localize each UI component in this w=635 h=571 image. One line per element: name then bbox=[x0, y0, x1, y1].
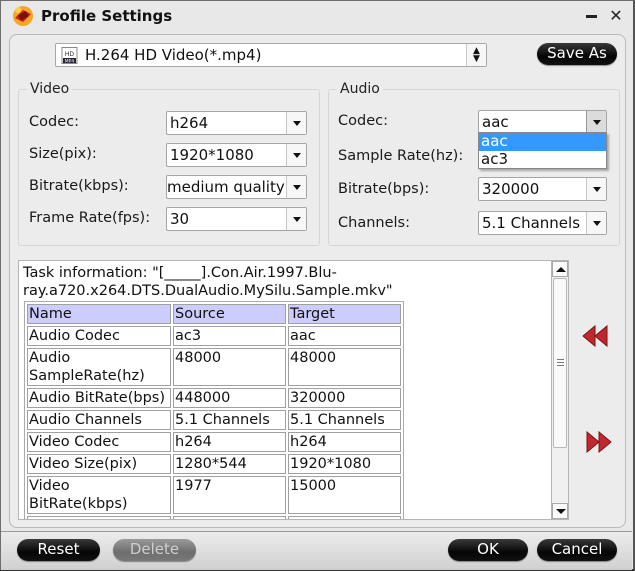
video-size-label: Size(pix): bbox=[29, 146, 97, 162]
close-icon[interactable]: ✕ bbox=[608, 7, 624, 25]
rewind-double-arrow-icon[interactable] bbox=[581, 324, 611, 348]
cell-name: Audio Channels bbox=[27, 410, 171, 430]
chevron-down-icon[interactable] bbox=[586, 111, 606, 133]
video-bitrate-label: Bitrate(kbps): bbox=[29, 178, 129, 194]
video-framerate-select[interactable]: 30 bbox=[166, 207, 307, 231]
audio-samplerate-label: Sample Rate(hz): bbox=[338, 148, 464, 164]
task-info-text: Task information: "[_____].Con.Air.1997.… bbox=[23, 265, 393, 299]
cancel-button[interactable]: Cancel bbox=[537, 539, 617, 561]
video-bitrate-value: medium quality bbox=[167, 178, 285, 196]
minimize-icon[interactable] bbox=[584, 7, 600, 25]
format-value: H.264 HD Video(*.mp4) bbox=[85, 46, 262, 64]
cell-source: 1977 bbox=[173, 476, 286, 514]
video-bitrate-select[interactable]: medium quality bbox=[166, 175, 307, 199]
cell-name: Audio Codec bbox=[27, 326, 171, 346]
cell-source: 5.1 Channels bbox=[173, 410, 286, 430]
mp4-hd-file-icon: HD MP4 bbox=[61, 47, 78, 64]
cell-target: h264 bbox=[288, 432, 401, 452]
video-codec-label: Codec: bbox=[29, 114, 79, 130]
audio-codec-label: Codec: bbox=[338, 113, 388, 129]
table-row: Audio BitRate(bps) 448000 320000 bbox=[27, 388, 401, 408]
task-info-scrollbar[interactable] bbox=[551, 260, 569, 520]
chevron-down-icon[interactable] bbox=[286, 176, 306, 198]
table-row: Audio Codec ac3 aac bbox=[27, 326, 401, 346]
cell-source: 448000 bbox=[173, 388, 286, 408]
svg-text:HD: HD bbox=[65, 51, 75, 58]
cell-target: 48000 bbox=[288, 348, 401, 386]
column-header-target: Target bbox=[288, 304, 401, 324]
audio-channels-select[interactable]: 5.1 Channels bbox=[478, 211, 607, 235]
cell-name: Video Codec bbox=[27, 432, 171, 452]
scroll-down-icon[interactable] bbox=[552, 503, 568, 519]
chevron-down-icon[interactable] bbox=[286, 112, 306, 134]
audio-codec-value: aac bbox=[482, 113, 509, 131]
audio-bitrate-label: Bitrate(bps): bbox=[338, 181, 430, 197]
column-header-source: Source bbox=[173, 304, 286, 324]
cell-source: ac3 bbox=[173, 326, 286, 346]
dropdown-option-aac[interactable]: aac bbox=[479, 133, 606, 151]
video-size-select[interactable]: 1920*1080 bbox=[166, 143, 307, 167]
cell-target: 1920*1080 bbox=[288, 454, 401, 474]
chevron-down-icon[interactable] bbox=[586, 212, 606, 234]
cell-source: 1280*544 bbox=[173, 454, 286, 474]
cell-name: Audio SampleRate(hz) bbox=[27, 348, 171, 386]
table-row: Audio Channels 5.1 Channels 5.1 Channels bbox=[27, 410, 401, 430]
cell-name: Video Size(pix) bbox=[27, 454, 171, 474]
title-bar[interactable]: Profile Settings ✕ bbox=[1, 1, 633, 33]
table-row: Audio SampleRate(hz) 48000 48000 bbox=[27, 348, 401, 386]
audio-channels-label: Channels: bbox=[338, 215, 410, 231]
scrollbar-thumb[interactable] bbox=[553, 278, 567, 448]
format-spin-icon[interactable]: ▲ ▼ bbox=[466, 44, 486, 66]
video-legend: Video bbox=[27, 81, 73, 97]
column-header-name: Name bbox=[27, 304, 171, 324]
reset-button[interactable]: Reset bbox=[17, 539, 100, 561]
video-codec-value: h264 bbox=[170, 114, 209, 132]
fast-forward-double-arrow-icon[interactable] bbox=[585, 430, 615, 454]
chevron-down-icon[interactable] bbox=[286, 144, 306, 166]
task-info-table: Name Source Target Audio Codec ac3 aac A… bbox=[24, 301, 404, 519]
audio-codec-select[interactable]: aac bbox=[478, 110, 607, 134]
cell-name bbox=[27, 516, 171, 519]
profile-settings-window: Profile Settings ✕ HD MP4 H.264 HD Video… bbox=[0, 0, 635, 571]
table-row: Video BitRate(kbps) 1977 15000 bbox=[27, 476, 401, 514]
cell-target: 320000 bbox=[288, 388, 401, 408]
cell-target: 5.1 Channels bbox=[288, 410, 401, 430]
scroll-up-icon[interactable] bbox=[552, 261, 568, 277]
delete-button: Delete bbox=[113, 539, 196, 561]
audio-legend: Audio bbox=[337, 81, 383, 97]
cell-target bbox=[288, 516, 401, 519]
audio-bitrate-value: 320000 bbox=[482, 180, 540, 198]
format-select[interactable]: HD MP4 H.264 HD Video(*.mp4) ▲ ▼ bbox=[55, 43, 487, 67]
cell-target: aac bbox=[288, 326, 401, 346]
video-framerate-label: Frame Rate(fps): bbox=[29, 210, 151, 226]
audio-channels-value: 5.1 Channels bbox=[482, 214, 581, 232]
audio-bitrate-select[interactable]: 320000 bbox=[478, 177, 607, 201]
table-header-row: Name Source Target bbox=[27, 304, 401, 324]
table-row: Video Size(pix) 1280*544 1920*1080 bbox=[27, 454, 401, 474]
grip-icon bbox=[557, 359, 564, 368]
ok-button[interactable]: OK bbox=[448, 539, 528, 561]
video-codec-select[interactable]: h264 bbox=[166, 111, 307, 135]
chevron-down-icon[interactable] bbox=[586, 178, 606, 200]
chevron-down-icon[interactable] bbox=[286, 208, 306, 230]
svg-text:MP4: MP4 bbox=[65, 58, 75, 64]
table-row: Video Codec h264 h264 bbox=[27, 432, 401, 452]
cell-source: h264 bbox=[173, 432, 286, 452]
audio-codec-dropdown-list: aac ac3 bbox=[478, 132, 607, 169]
video-size-value: 1920*1080 bbox=[170, 146, 254, 164]
cell-source: 48000 bbox=[173, 348, 286, 386]
video-framerate-value: 30 bbox=[170, 210, 190, 228]
window-title: Profile Settings bbox=[41, 7, 173, 25]
cell-source bbox=[173, 516, 286, 519]
app-logo-icon bbox=[13, 6, 33, 26]
cell-name: Video BitRate(kbps) bbox=[27, 476, 171, 514]
dropdown-option-ac3[interactable]: ac3 bbox=[479, 151, 606, 169]
save-as-button[interactable]: Save As bbox=[537, 43, 617, 65]
task-info-panel: Task information: "[_____].Con.Air.1997.… bbox=[18, 260, 569, 520]
cell-name: Audio BitRate(bps) bbox=[27, 388, 171, 408]
table-row bbox=[27, 516, 401, 519]
cell-target: 15000 bbox=[288, 476, 401, 514]
